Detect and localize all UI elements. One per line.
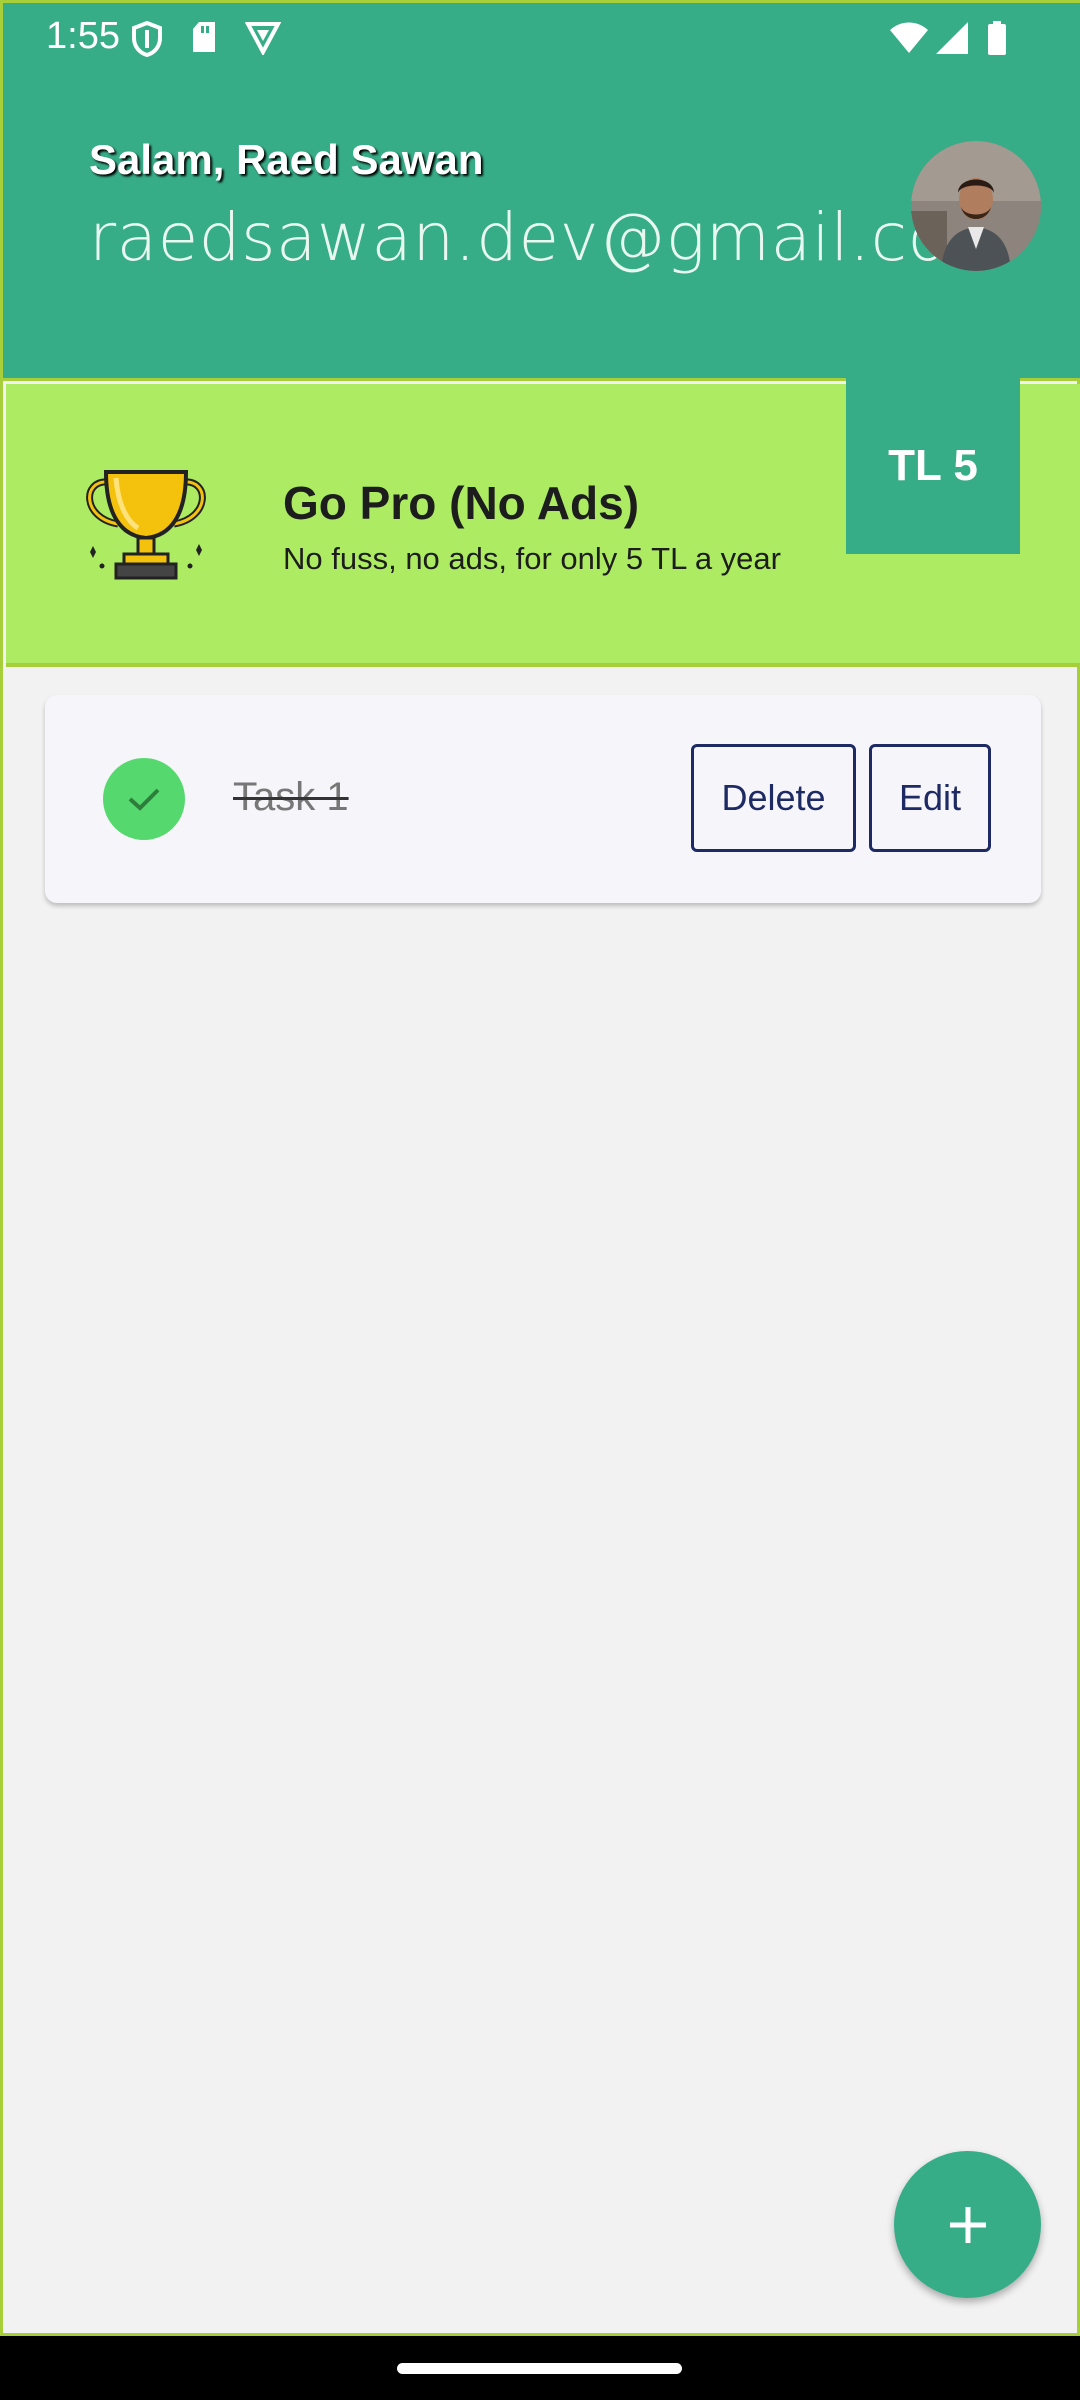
avatar-photo [911, 141, 1041, 271]
delete-button[interactable]: Delete [691, 744, 856, 852]
home-gesture-handle[interactable] [397, 2363, 682, 2374]
app-screen: 1:55 Salam, Raed Sawan raedsawan.dev@gma… [0, 0, 1080, 2400]
plus-icon [949, 2206, 986, 2243]
promo-subtitle: No fuss, no ads, for only 5 TL a year [283, 541, 781, 576]
header: 1:55 Salam, Raed Sawan raedsawan.dev@gma… [3, 3, 1080, 381]
task-complete-checkbox[interactable] [103, 758, 185, 840]
status-bar: 1:55 [3, 3, 1080, 75]
shield-icon [131, 20, 163, 62]
status-time: 1:55 [46, 15, 120, 57]
sd-card-icon [191, 21, 217, 60]
avatar[interactable] [911, 141, 1041, 271]
add-task-button[interactable] [894, 2151, 1041, 2298]
trophy-icon [78, 466, 214, 584]
go-pro-banner[interactable]: Go Pro (No Ads) No fuss, no ads, for onl… [6, 378, 1080, 667]
signal-icon [935, 21, 969, 60]
task-title: Task 1 [233, 775, 349, 819]
check-icon [128, 788, 160, 811]
battery-icon [987, 21, 1007, 60]
greeting-text: Salam, Raed Sawan [89, 136, 484, 183]
wifi-icon [889, 21, 929, 60]
vpn-icon [244, 21, 282, 60]
navigation-bar [0, 2336, 1080, 2400]
edit-button[interactable]: Edit [869, 744, 991, 852]
task-card: Task 1 Delete Edit [45, 695, 1041, 903]
price-tag[interactable]: TL 5 [846, 378, 1020, 554]
promo-title: Go Pro (No Ads) [283, 477, 640, 529]
user-email: raedsawan.dev@gmail.com [89, 199, 1014, 276]
app-frame: 1:55 Salam, Raed Sawan raedsawan.dev@gma… [0, 0, 1080, 2336]
